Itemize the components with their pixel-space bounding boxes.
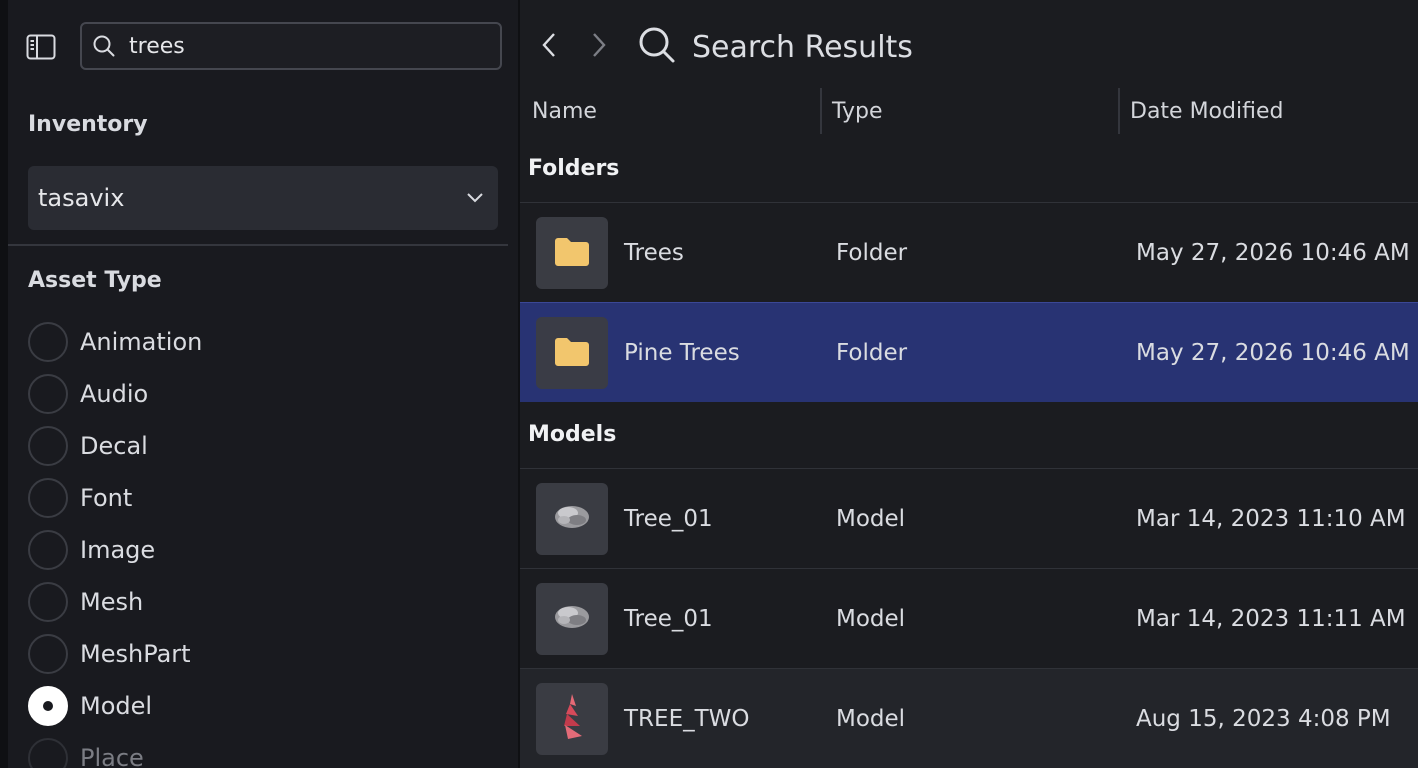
row-date: Aug 15, 2023 4:08 PM (1136, 706, 1391, 732)
inventory-dropdown[interactable]: tasavix (28, 166, 498, 230)
asset-manager-window: Inventory tasavix Asset Type Animation A… (0, 0, 1418, 768)
asset-type-option-label: Model (80, 692, 153, 720)
row-name: Tree_01 (624, 606, 713, 632)
row-type: Model (836, 706, 906, 732)
row-name: Trees (624, 240, 684, 266)
model-thumbnail (536, 583, 608, 655)
folder-thumbnail (536, 217, 608, 289)
radio-button[interactable] (28, 322, 68, 362)
radio-button[interactable] (28, 478, 68, 518)
row-type: Model (836, 606, 906, 632)
gray-tree-model-icon (550, 600, 594, 638)
asset-type-option-mesh[interactable]: Mesh (28, 576, 498, 628)
asset-type-option-label: Audio (80, 380, 149, 408)
table-row[interactable]: Tree_01 Model Mar 14, 2023 11:10 AM (520, 468, 1418, 568)
radio-button[interactable] (28, 582, 68, 622)
asset-type-option-decal[interactable]: Decal (28, 420, 498, 472)
column-header-date[interactable]: Date Modified (1130, 88, 1283, 134)
row-date: May 27, 2026 10:46 AM (1136, 340, 1410, 366)
gray-tree-model-icon (550, 500, 594, 538)
folder-thumbnail (536, 317, 608, 389)
column-resize-handle[interactable] (820, 88, 822, 134)
radio-button[interactable] (28, 374, 68, 414)
inventory-selected-value: tasavix (38, 184, 125, 212)
radio-button[interactable] (28, 426, 68, 466)
sidebar-divider (8, 244, 508, 246)
asset-type-option-font[interactable]: Font (28, 472, 498, 524)
page-title-text: Search Results (692, 29, 913, 65)
row-date: Mar 14, 2023 11:11 AM (1136, 606, 1406, 632)
model-thumbnail (536, 683, 608, 755)
table-row-selected[interactable]: Pine Trees Folder May 27, 2026 10:46 AM (520, 302, 1418, 402)
folder-icon (553, 335, 591, 371)
radio-button[interactable] (28, 634, 68, 674)
red-pine-model-icon (558, 692, 586, 746)
sidebar-toggle-icon[interactable] (26, 32, 56, 62)
table-row[interactable]: Tree_01 Model Mar 14, 2023 11:11 AM (520, 568, 1418, 668)
inventory-label: Inventory (28, 112, 148, 137)
asset-type-option-model[interactable]: Model (28, 680, 498, 732)
column-headers: Name Type Date Modified (520, 88, 1418, 134)
search-icon (638, 26, 676, 68)
row-date: May 27, 2026 10:46 AM (1136, 240, 1410, 266)
column-resize-handle[interactable] (1118, 88, 1120, 134)
row-name: TREE_TWO (624, 706, 750, 732)
asset-type-option-label: Place (80, 744, 144, 768)
table-row[interactable]: Trees Folder May 27, 2026 10:46 AM (520, 202, 1418, 302)
row-type: Folder (836, 340, 908, 366)
column-header-name[interactable]: Name (532, 88, 597, 134)
asset-type-option-label: MeshPart (80, 640, 191, 668)
asset-type-label: Asset Type (28, 268, 162, 293)
folder-icon (553, 235, 591, 271)
group-label-models: Models (528, 422, 617, 447)
chevron-left-icon (541, 32, 557, 62)
results-toolbar: Search Results (520, 0, 1418, 90)
asset-type-option-image[interactable]: Image (28, 524, 498, 576)
results-panel: Search Results Name Type Date Modified F… (520, 0, 1418, 768)
asset-type-option-label: Image (80, 536, 156, 564)
search-icon (91, 33, 117, 59)
row-name: Tree_01 (624, 506, 713, 532)
search-input[interactable] (129, 24, 500, 68)
model-thumbnail (536, 483, 608, 555)
asset-type-option-label: Animation (80, 328, 203, 356)
radio-button[interactable] (28, 530, 68, 570)
asset-type-option-audio[interactable]: Audio (28, 368, 498, 420)
asset-type-option-meshpart[interactable]: MeshPart (28, 628, 498, 680)
sidebar: Inventory tasavix Asset Type Animation A… (8, 0, 518, 768)
forward-button[interactable] (582, 30, 616, 64)
page-title: Search Results (638, 24, 913, 70)
row-type: Folder (836, 240, 908, 266)
chevron-down-icon (466, 189, 484, 208)
radio-button-checked[interactable] (28, 686, 68, 726)
back-button[interactable] (532, 30, 566, 64)
asset-type-list: Animation Audio Decal Font Image Mesh Me… (28, 316, 498, 768)
asset-type-option-animation[interactable]: Animation (28, 316, 498, 368)
row-type: Model (836, 506, 906, 532)
chevron-right-icon (591, 32, 607, 62)
row-name: Pine Trees (624, 340, 740, 366)
group-label-folders: Folders (528, 156, 620, 181)
asset-type-option-label: Decal (80, 432, 148, 460)
column-header-type[interactable]: Type (832, 88, 883, 134)
asset-type-option-label: Mesh (80, 588, 144, 616)
asset-type-option-place[interactable]: Place (28, 732, 498, 768)
radio-button[interactable] (28, 738, 68, 768)
asset-type-option-label: Font (80, 484, 133, 512)
table-row[interactable]: TREE_TWO Model Aug 15, 2023 4:08 PM (520, 668, 1418, 768)
search-field[interactable] (80, 22, 502, 70)
row-date: Mar 14, 2023 11:10 AM (1136, 506, 1406, 532)
